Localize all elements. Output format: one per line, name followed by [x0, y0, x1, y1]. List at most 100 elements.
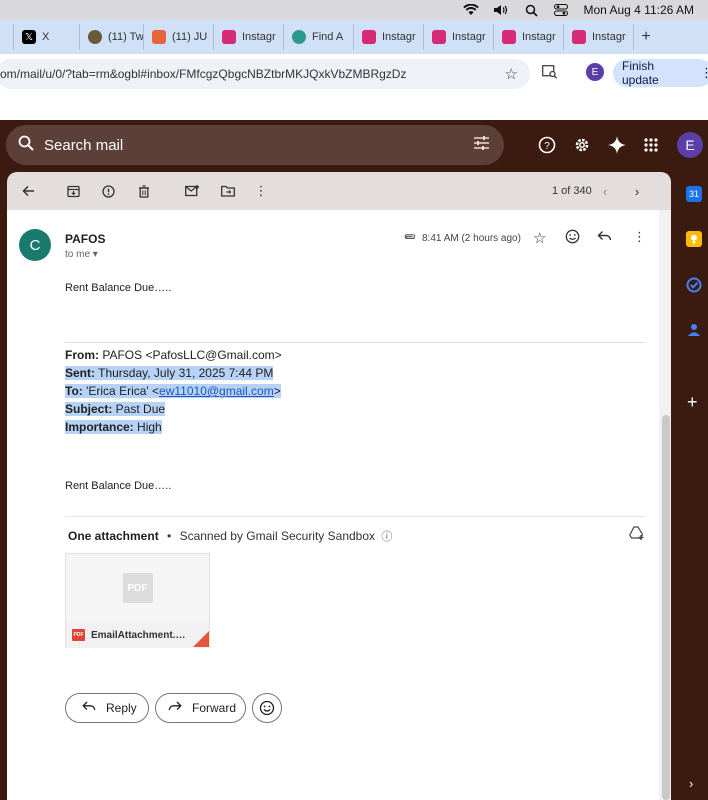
to-value: 'Erica Erica' < [82, 384, 160, 398]
forward-icon [168, 701, 182, 715]
new-tab-button[interactable]: + [634, 28, 658, 46]
tasks-app-icon[interactable] [686, 277, 702, 293]
star-icon[interactable]: ☆ [533, 229, 546, 247]
to-me-label: to me [65, 249, 91, 260]
report-spam-icon[interactable] [99, 182, 117, 200]
tab-label: (11) JU [172, 31, 208, 43]
subject-value: Past Due [112, 402, 166, 416]
account-avatar[interactable]: E [677, 132, 703, 158]
apps-grid-icon[interactable] [640, 134, 662, 156]
url-text: om/mail/u/0/?tab=rm&ogbl#inbox/FMfcgzQbg… [0, 67, 407, 81]
sender-name[interactable]: PAFOS [65, 232, 105, 246]
older-chevron-icon[interactable]: › [628, 182, 646, 200]
tab-label: Find A [312, 31, 344, 43]
tab-label: X [42, 31, 50, 43]
message-body-line: Rent Balance Due….. [65, 480, 172, 492]
attachment-card[interactable]: PDF PDF EmailAttachment.… [65, 553, 210, 648]
url-bar[interactable]: om/mail/u/0/?tab=rm&ogbl#inbox/FMfcgzQbg… [0, 59, 530, 89]
control-center-icon[interactable] [553, 3, 569, 17]
instagram-icon [222, 30, 236, 44]
reply-label: Reply [106, 701, 137, 715]
info-icon[interactable]: ⓘ [381, 531, 392, 543]
bookmark-favicon-icon [152, 30, 166, 44]
quoted-to-row: To: 'Erica Erica' <ew11010@gmail.com> [65, 382, 282, 400]
pagination-count: 1 of 340 [552, 185, 592, 197]
browser-tab-instagram[interactable]: Instagr [424, 24, 494, 50]
add-reaction-icon[interactable] [565, 229, 580, 248]
browser-tab-find[interactable]: Find A [284, 24, 354, 50]
gemini-sparkle-icon[interactable] [606, 134, 628, 156]
smiley-icon [259, 700, 275, 716]
browser-tab-instagram[interactable]: Instagr [354, 24, 424, 50]
instagram-icon [502, 30, 516, 44]
show-side-panel-chevron-icon[interactable]: › [689, 776, 693, 791]
subject-label: Subject: [65, 402, 113, 416]
page-fold-corner [193, 631, 209, 647]
scan-note: Scanned by Gmail Security Sandbox [179, 529, 376, 543]
browser-tab-partial[interactable] [0, 24, 14, 50]
to-value-end: > [273, 384, 281, 398]
volume-icon[interactable] [493, 3, 509, 17]
bookmark-star-icon[interactable]: ☆ [505, 65, 518, 83]
spotlight-search-icon[interactable] [523, 3, 539, 17]
finish-update-button[interactable]: Finish update ⋮ [613, 59, 708, 87]
recipient-email-link[interactable]: ew11010@gmail.com [159, 384, 274, 398]
newer-chevron-icon[interactable]: ‹ [596, 182, 614, 200]
back-arrow-icon[interactable] [19, 182, 37, 200]
forward-button[interactable]: Forward [155, 693, 246, 723]
browser-tab-x[interactable]: 𝕏 X [14, 24, 80, 50]
contacts-app-icon[interactable] [686, 322, 702, 338]
instagram-icon [362, 30, 376, 44]
browser-tab-instagram[interactable]: Instagr [214, 24, 284, 50]
from-value: PAFOS <PafosLLC@Gmail.com> [99, 348, 282, 362]
timestamp-text: 8:41 AM (2 hours ago) [422, 232, 521, 244]
gmail-header-band [0, 94, 708, 120]
finish-update-label: Finish update [622, 59, 659, 87]
browser-tab-instagram[interactable]: Instagr [564, 24, 634, 50]
move-to-folder-icon[interactable] [219, 182, 237, 200]
forward-label: Forward [192, 701, 237, 715]
mark-unread-icon[interactable] [183, 182, 201, 200]
settings-gear-icon[interactable] [571, 134, 593, 156]
browser-profile-avatar[interactable]: E [586, 63, 604, 81]
quoted-subject-row: Subject: Past Due [65, 400, 282, 418]
browser-tab-instagram[interactable]: Instagr [494, 24, 564, 50]
reply-icon [82, 701, 96, 715]
reply-arrow-icon[interactable] [597, 229, 612, 246]
importance-label: Importance: [65, 420, 134, 434]
quoted-importance-row: Importance: High [65, 418, 282, 436]
pdf-file-icon: PDF [72, 629, 85, 641]
tab-label: Instagr [242, 31, 276, 43]
message-more-icon[interactable]: ⋮ [633, 229, 646, 245]
svg-text:?: ? [544, 141, 550, 152]
more-options-icon[interactable]: ⋮ [252, 182, 270, 200]
delete-trash-icon[interactable] [135, 182, 153, 200]
emoji-reaction-button[interactable] [252, 693, 282, 723]
separator-dot: • [167, 529, 172, 543]
wifi-icon[interactable] [463, 3, 480, 17]
search-input[interactable]: Search mail [44, 137, 123, 154]
scrollbar-thumb[interactable] [662, 415, 670, 800]
add-to-drive-icon[interactable] [629, 526, 645, 543]
quoted-sent-row: Sent: Thursday, July 31, 2025 7:44 PM [65, 364, 282, 382]
sender-avatar[interactable]: C [19, 229, 51, 261]
reply-button[interactable]: Reply [65, 693, 149, 723]
search-options-icon[interactable] [473, 135, 490, 156]
search-bar[interactable]: Search mail [6, 125, 504, 165]
get-addons-plus-icon[interactable]: + [687, 392, 698, 413]
tab-search-icon[interactable] [542, 65, 558, 82]
importance-value: High [133, 420, 162, 434]
browser-tab-ju[interactable]: (11) JU [144, 24, 214, 50]
attachment-divider [65, 516, 645, 517]
browser-tab-twitter[interactable]: (11) Tw [80, 24, 144, 50]
recipient-details-toggle[interactable]: to me ▾ [65, 249, 98, 260]
search-icon[interactable] [18, 135, 34, 156]
globe-icon [292, 30, 306, 44]
menubar-clock[interactable]: Mon Aug 4 11:26 AM [583, 3, 694, 17]
more-vert-icon: ⋮ [700, 65, 708, 80]
quoted-header-block: From: PAFOS <PafosLLC@Gmail.com> Sent: T… [65, 346, 282, 436]
help-icon[interactable]: ? [536, 134, 558, 156]
archive-icon[interactable] [64, 182, 82, 200]
keep-app-icon[interactable] [686, 231, 702, 247]
calendar-app-icon[interactable]: 31 [686, 186, 702, 202]
